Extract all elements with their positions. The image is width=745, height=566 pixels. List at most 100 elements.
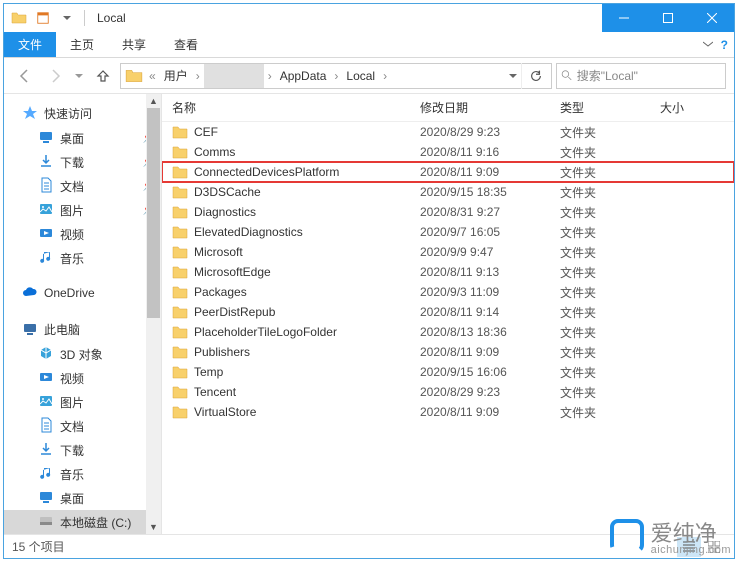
table-row[interactable]: D3DSCache2020/9/15 18:35文件夹 xyxy=(162,182,734,202)
folder-icon xyxy=(172,145,188,159)
col-name[interactable]: 名称 xyxy=(162,99,410,116)
breadcrumb[interactable]: « 用户 › › AppData › Local › xyxy=(120,63,552,89)
sidebar-item-label: 视频 xyxy=(60,226,84,243)
sidebar-quick-access[interactable]: 快速访问 xyxy=(4,100,161,126)
file-date: 2020/8/11 9:16 xyxy=(410,145,550,159)
sidebar-item[interactable]: 视频 xyxy=(4,222,161,246)
minimize-button[interactable] xyxy=(602,4,646,32)
scroll-down-icon[interactable]: ▼ xyxy=(146,520,161,534)
nav-up-button[interactable] xyxy=(90,63,116,89)
file-name: Packages xyxy=(194,285,247,299)
nav-recent-dropdown[interactable] xyxy=(72,63,86,89)
folder-icon xyxy=(172,125,188,139)
breadcrumb-dropdown[interactable] xyxy=(505,64,521,88)
sidebar-item[interactable]: 音乐 xyxy=(4,462,161,486)
qat-dropdown-icon[interactable] xyxy=(56,7,78,29)
search-box[interactable] xyxy=(556,63,726,89)
sidebar-item[interactable]: 桌面📌 xyxy=(4,126,161,150)
table-row[interactable]: ElevatedDiagnostics2020/9/7 16:05文件夹 xyxy=(162,222,734,242)
scroll-thumb[interactable] xyxy=(147,108,160,318)
ribbon-tab-view[interactable]: 查看 xyxy=(160,32,212,57)
sidebar-item-label: 快速访问 xyxy=(44,105,92,122)
table-row[interactable]: Comms2020/8/11 9:16文件夹 xyxy=(162,142,734,162)
table-row[interactable]: Microsoft2020/9/9 9:47文件夹 xyxy=(162,242,734,262)
file-name: VirtualStore xyxy=(194,405,256,419)
sidebar-item[interactable]: 图片📌 xyxy=(4,198,161,222)
sidebar-item[interactable]: 音乐 xyxy=(4,246,161,270)
status-text: 15 个项目 xyxy=(12,538,65,555)
bc-seg-appdata[interactable]: AppData xyxy=(276,64,331,88)
table-row[interactable]: VirtualStore2020/8/11 9:09文件夹 xyxy=(162,402,734,422)
navbar: « 用户 › › AppData › Local › xyxy=(4,58,734,94)
chevron-right-icon[interactable]: › xyxy=(264,64,276,88)
table-row[interactable]: Temp2020/9/15 16:06文件夹 xyxy=(162,362,734,382)
disk-icon xyxy=(38,513,54,532)
chevron-right-icon[interactable]: › xyxy=(330,64,342,88)
watermark-sub: aichunjing.com xyxy=(651,544,731,556)
music-icon xyxy=(38,249,54,268)
sidebar-item[interactable]: 文档 xyxy=(4,414,161,438)
sidebar-this-pc[interactable]: 此电脑 xyxy=(4,316,161,342)
ribbon-tab-home[interactable]: 主页 xyxy=(56,32,108,57)
bc-seg-user[interactable] xyxy=(204,64,264,88)
nav-back-button[interactable] xyxy=(12,63,38,89)
file-type: 文件夹 xyxy=(550,364,650,381)
file-type: 文件夹 xyxy=(550,204,650,221)
chevron-right-icon[interactable]: › xyxy=(192,64,204,88)
file-name: CEF xyxy=(194,125,218,139)
folder-icon xyxy=(172,325,188,339)
file-date: 2020/9/15 18:35 xyxy=(410,185,550,199)
ribbon-file-tab[interactable]: 文件 xyxy=(4,32,56,57)
sidebar-item[interactable]: 下载 xyxy=(4,438,161,462)
sidebar-item-label: 音乐 xyxy=(60,466,84,483)
table-row[interactable]: Packages2020/9/3 11:09文件夹 xyxy=(162,282,734,302)
table-row[interactable]: Tencent2020/8/29 9:23文件夹 xyxy=(162,382,734,402)
table-row[interactable]: ConnectedDevicesPlatform2020/8/11 9:09文件… xyxy=(162,162,734,182)
ribbon-tab-share[interactable]: 共享 xyxy=(108,32,160,57)
scroll-up-icon[interactable]: ▲ xyxy=(146,94,161,108)
bc-seg-local[interactable]: Local xyxy=(342,64,379,88)
chevron-right-icon[interactable]: › xyxy=(379,64,391,88)
folder-icon xyxy=(172,185,188,199)
sidebar-onedrive[interactable]: OneDrive xyxy=(4,280,161,306)
sidebar-item[interactable]: 本地磁盘 (C:) xyxy=(4,510,161,534)
bc-seg-users[interactable]: 用户 xyxy=(160,64,192,88)
pc-icon xyxy=(22,321,38,337)
table-row[interactable]: CEF2020/8/29 9:23文件夹 xyxy=(162,122,734,142)
star-icon xyxy=(22,105,38,121)
sidebar-item[interactable]: 3D 对象 xyxy=(4,342,161,366)
table-row[interactable]: Publishers2020/8/11 9:09文件夹 xyxy=(162,342,734,362)
file-name: PeerDistRepub xyxy=(194,305,275,319)
close-button[interactable] xyxy=(690,4,734,32)
sidebar-scrollbar[interactable]: ▲ ▼ xyxy=(146,94,161,534)
file-date: 2020/8/11 9:13 xyxy=(410,265,550,279)
file-type: 文件夹 xyxy=(550,264,650,281)
sidebar-item-label: 图片 xyxy=(60,202,84,219)
table-row[interactable]: MicrosoftEdge2020/8/11 9:13文件夹 xyxy=(162,262,734,282)
file-type: 文件夹 xyxy=(550,344,650,361)
file-type: 文件夹 xyxy=(550,144,650,161)
window-title: Local xyxy=(97,11,126,25)
table-row[interactable]: PlaceholderTileLogoFolder2020/8/13 18:36… xyxy=(162,322,734,342)
col-size[interactable]: 大小 xyxy=(650,99,734,116)
qat-properties-icon[interactable] xyxy=(32,7,54,29)
table-row[interactable]: Diagnostics2020/8/31 9:27文件夹 xyxy=(162,202,734,222)
ribbon-expand-icon[interactable] xyxy=(703,38,713,52)
refresh-button[interactable] xyxy=(521,63,549,89)
col-type[interactable]: 类型 xyxy=(550,99,650,116)
sidebar-item[interactable]: 下载📌 xyxy=(4,150,161,174)
maximize-button[interactable] xyxy=(646,4,690,32)
sidebar-item[interactable]: 文档📌 xyxy=(4,174,161,198)
folder-icon xyxy=(125,67,143,85)
bc-overflow[interactable]: « xyxy=(145,64,160,88)
col-date[interactable]: 修改日期 xyxy=(410,99,550,116)
file-type: 文件夹 xyxy=(550,284,650,301)
ribbon-help-icon[interactable]: ? xyxy=(721,38,728,52)
table-row[interactable]: PeerDistRepub2020/8/11 9:14文件夹 xyxy=(162,302,734,322)
search-input[interactable] xyxy=(577,69,721,83)
sidebar-item[interactable]: 图片 xyxy=(4,390,161,414)
sidebar-item[interactable]: 视频 xyxy=(4,366,161,390)
nav-forward-button[interactable] xyxy=(42,63,68,89)
qat-folder-icon[interactable] xyxy=(8,7,30,29)
sidebar-item[interactable]: 桌面 xyxy=(4,486,161,510)
